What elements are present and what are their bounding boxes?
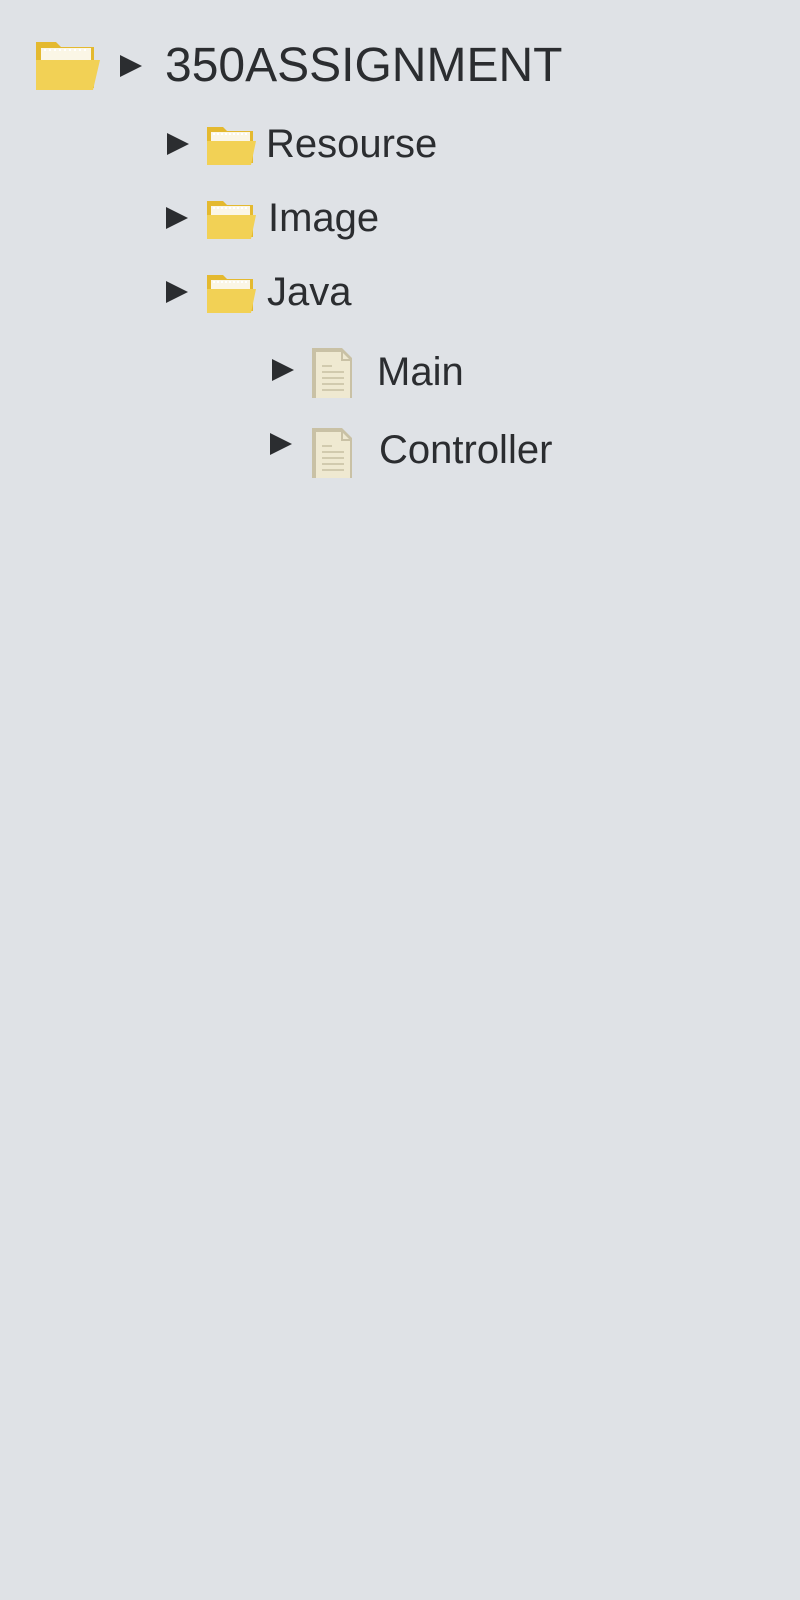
folder-open-icon (206, 272, 256, 314)
tree-item-java[interactable]: Java (160, 260, 420, 324)
tree-item-label: Controller (379, 428, 553, 472)
tree-item-main[interactable]: Main (264, 340, 524, 404)
tree-item-label: Resourse (266, 122, 438, 166)
tree-item-resourse[interactable]: Resourse (160, 112, 480, 176)
tree-item-350assignment[interactable]: 350ASSIGNMENT (30, 32, 562, 96)
tree-item-controller[interactable]: Controller (264, 418, 594, 482)
expand-arrow-icon[interactable] (118, 54, 144, 78)
document-icon (312, 428, 352, 478)
tree-item-image[interactable]: Image (160, 186, 460, 250)
folder-open-icon (206, 198, 256, 240)
folder-open-icon (34, 38, 100, 92)
document-icon (312, 348, 352, 398)
tree-item-label: Java (267, 270, 352, 314)
expand-arrow-icon[interactable] (268, 432, 294, 456)
expand-arrow-icon[interactable] (165, 132, 191, 156)
folder-open-icon (206, 124, 256, 166)
tree-item-label: Main (377, 350, 464, 394)
expand-arrow-icon[interactable] (164, 206, 190, 230)
tree-item-label: 350ASSIGNMENT (165, 39, 563, 92)
expand-arrow-icon[interactable] (270, 358, 296, 382)
tree-item-label: Image (268, 196, 380, 240)
expand-arrow-icon[interactable] (164, 280, 190, 304)
file-tree: 350ASSIGNMENT Resourse Image Java Main C… (0, 0, 800, 1600)
